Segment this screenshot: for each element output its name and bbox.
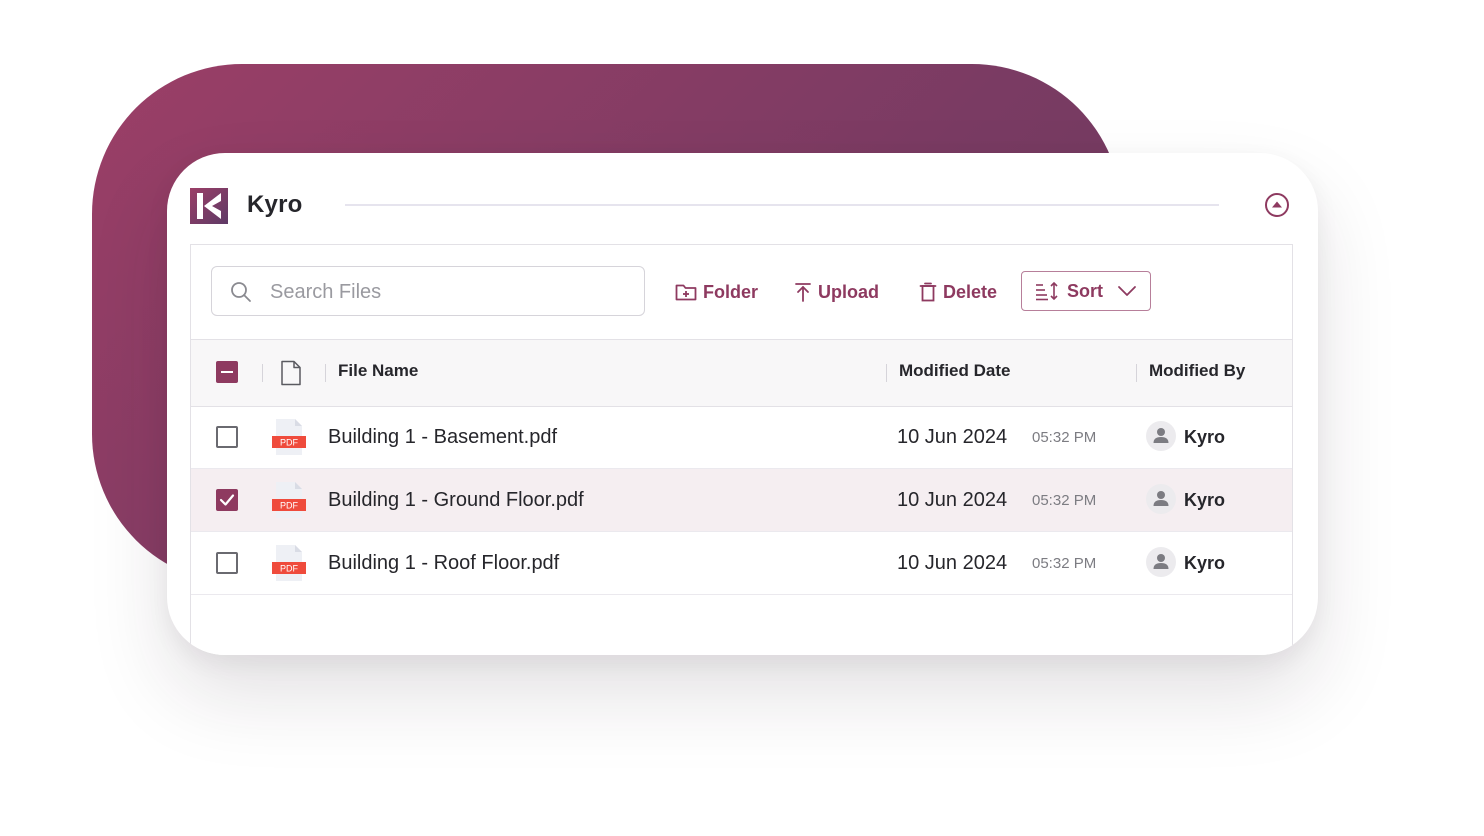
pdf-file-icon: PDF [272,482,306,518]
modified-time: 05:32 PM [1032,555,1097,572]
avatar [1146,421,1176,451]
user-icon [1153,491,1169,506]
search-icon [231,282,251,302]
select-all-checkbox[interactable] [216,361,238,383]
avatar [1146,547,1176,577]
modified-time: 05:32 PM [1032,492,1097,509]
column-header-file-name[interactable]: File Name [338,361,418,381]
table-row[interactable]: PDF Building 1 - Roof Floor.pdf 10 Jun 2… [191,532,1292,595]
trash-icon [919,282,937,302]
toolbar: Folder Upload Delete [191,245,1292,340]
table-row[interactable]: PDF Building 1 - Ground Floor.pdf 10 Jun… [191,469,1292,532]
file-type-icon [281,360,301,386]
pdf-file-icon: PDF [272,545,306,581]
pdf-badge-label: PDF [280,501,299,511]
column-separator [886,364,887,382]
search-input[interactable] [268,267,632,317]
row-checkbox[interactable] [216,552,238,574]
modified-date: 10 Jun 2024 [897,426,1008,448]
chevron-down-icon [1118,286,1136,296]
table-header: File Name Modified Date Modified By [191,339,1292,407]
folder-label: Folder [703,281,759,302]
user-icon [1153,554,1169,569]
pdf-badge-label: PDF [280,564,299,574]
file-panel: Folder Upload Delete [190,244,1293,655]
column-separator [262,364,263,382]
file-name[interactable]: Building 1 - Basement.pdf [328,426,557,449]
avatar [1146,484,1176,514]
modified-by: Kyro [1184,490,1226,510]
column-separator [1136,364,1137,382]
row-checkbox[interactable] [216,426,238,448]
sort-label: Sort [1067,280,1103,301]
column-header-modified-date[interactable]: Modified Date [899,361,1010,381]
app-title: Kyro [247,191,303,218]
modified-by: Kyro [1184,553,1226,573]
collapse-up-icon[interactable] [1264,192,1290,218]
search-box[interactable] [211,266,645,317]
table-row[interactable]: PDF Building 1 - Basement.pdf 10 Jun 202… [191,406,1292,469]
column-separator [325,364,326,382]
sort-button[interactable]: Sort [1021,271,1151,311]
upload-icon [795,283,811,302]
delete-button[interactable]: Delete [919,279,997,305]
sort-icon [1036,281,1058,301]
checkmark-icon [219,494,235,506]
modified-time: 05:32 PM [1032,429,1097,446]
card-header: Kyro [167,153,1318,243]
upload-label: Upload [818,281,879,302]
folder-add-icon [675,284,697,301]
new-folder-button[interactable]: Folder [675,279,758,305]
indeterminate-mark-icon [221,371,233,373]
file-manager-card: Kyro Folder [167,153,1318,655]
modified-by: Kyro [1184,427,1226,447]
kyro-logo-icon [190,188,228,224]
file-name[interactable]: Building 1 - Ground Floor.pdf [328,489,584,512]
pdf-file-icon: PDF [272,419,306,455]
row-checkbox[interactable] [216,489,238,511]
pdf-badge-label: PDF [280,438,299,448]
modified-date: 10 Jun 2024 [897,489,1008,511]
column-header-modified-by[interactable]: Modified By [1149,361,1245,381]
header-divider [345,204,1219,206]
delete-label: Delete [943,281,998,302]
modified-date: 10 Jun 2024 [897,552,1008,574]
file-name[interactable]: Building 1 - Roof Floor.pdf [328,552,559,575]
user-icon [1153,428,1169,443]
upload-button[interactable]: Upload [794,279,879,305]
